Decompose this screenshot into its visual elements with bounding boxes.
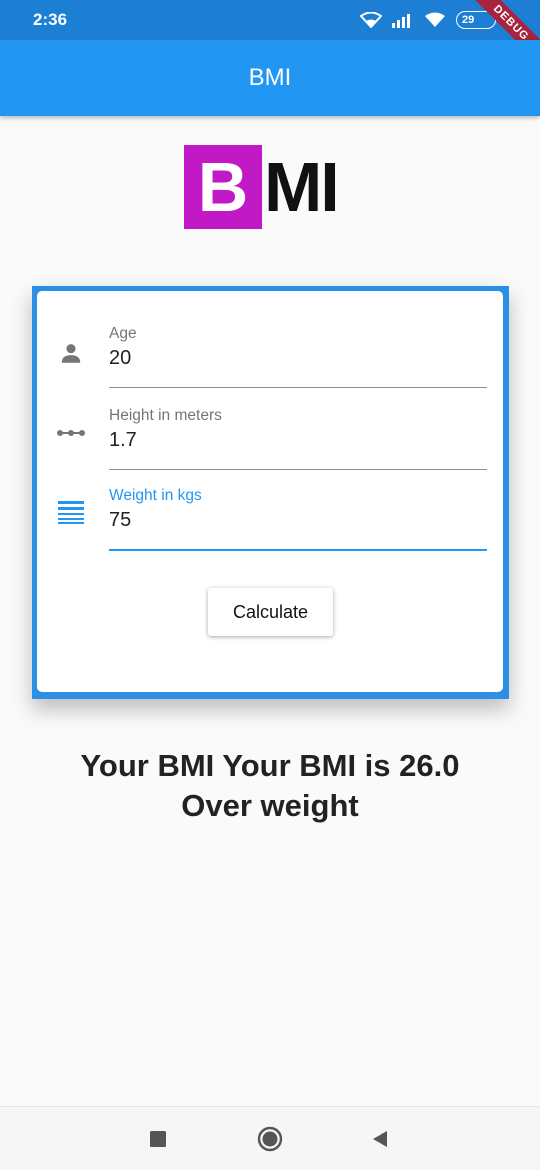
- wifi-icon-2: [425, 12, 445, 27]
- status-time: 2:36: [33, 10, 68, 29]
- wifi-icon: [360, 12, 382, 28]
- logo-letter-b: B: [184, 145, 262, 229]
- age-label: Age: [109, 325, 137, 342]
- age-field[interactable]: Age 20: [37, 291, 503, 388]
- battery-level: 29: [462, 14, 475, 26]
- signal-icon: [392, 14, 410, 28]
- linear-scale-icon: [57, 419, 85, 447]
- weight-underline: [109, 549, 487, 551]
- weight-label: Weight in kgs: [109, 487, 202, 504]
- person-icon: [57, 339, 85, 367]
- logo-letters-mi: MI: [264, 148, 340, 226]
- weight-input[interactable]: 75: [109, 509, 131, 532]
- form-card-frame: Age 20 Height in meters 1.7 Weight in kg…: [32, 286, 509, 699]
- calculate-button[interactable]: Calculate: [208, 588, 333, 636]
- height-label: Height in meters: [109, 407, 222, 424]
- recent-apps-icon[interactable]: [145, 1127, 171, 1151]
- age-input[interactable]: 20: [109, 347, 131, 370]
- height-field[interactable]: Height in meters 1.7: [37, 373, 503, 470]
- home-icon[interactable]: [257, 1126, 283, 1152]
- back-icon[interactable]: [367, 1127, 393, 1151]
- bmi-logo: B MI: [184, 145, 340, 229]
- form-card: Age 20 Height in meters 1.7 Weight in kg…: [37, 291, 503, 692]
- bmi-result: Your BMI Your BMI is 26.0 Over weight: [0, 746, 540, 826]
- system-nav-bar: [0, 1106, 540, 1170]
- bmi-result-value: Your BMI Your BMI is 26.0: [80, 748, 460, 783]
- bmi-result-category: Over weight: [181, 788, 359, 823]
- app-title: BMI: [248, 64, 292, 91]
- weight-lines-icon: [57, 498, 85, 526]
- status-bar: 2:36 29 DEBUG: [0, 0, 540, 69]
- weight-field[interactable]: Weight in kgs 75: [37, 453, 503, 551]
- height-input[interactable]: 1.7: [109, 429, 137, 452]
- app-bar: BMI: [0, 40, 540, 116]
